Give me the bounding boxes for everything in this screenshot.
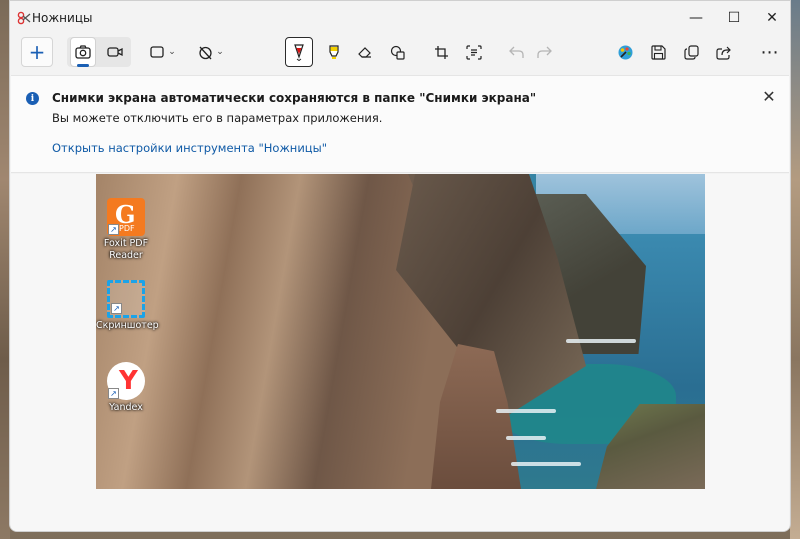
info-banner: i Снимки экрана автоматически сохраняютс… xyxy=(11,75,789,173)
wave-foam xyxy=(566,339,636,343)
maximize-icon: ☐ xyxy=(727,10,741,26)
highlighter-button[interactable] xyxy=(322,37,346,67)
undo-button[interactable] xyxy=(504,37,528,67)
crop-icon xyxy=(434,45,448,59)
desktop-icon-label: Скриншотер xyxy=(96,320,159,331)
shapes-icon xyxy=(390,45,405,60)
edit-in-paint-button[interactable] xyxy=(613,37,637,67)
redo-icon xyxy=(536,46,552,58)
desktop-icon-foxit[interactable]: G PDF ↗ Foxit PDF Reader xyxy=(96,198,156,262)
open-snipping-settings-link[interactable]: Открыть настройки инструмента "Ножницы" xyxy=(52,141,327,155)
snipping-tool-app-icon xyxy=(17,11,31,25)
foxit-pdf-reader-icon: G PDF ↗ xyxy=(107,198,145,236)
desktop-background-right xyxy=(790,0,800,539)
shortcut-arrow-icon: ↗ xyxy=(111,303,122,314)
copy-button[interactable] xyxy=(679,37,703,67)
delay-dropdown[interactable]: ⌄ xyxy=(193,37,229,67)
desktop-icon-label: Foxit PDF Reader xyxy=(103,238,149,261)
minimize-icon: — xyxy=(689,10,703,26)
desktop-icon-yandex[interactable]: Y ↗ Yandex xyxy=(96,362,156,414)
share-icon xyxy=(716,46,731,60)
wave-foam xyxy=(496,409,556,413)
snip-shape-dropdown[interactable]: ⌄ xyxy=(145,37,181,67)
screenshoter-icon: ↗ xyxy=(107,280,145,318)
shapes-button[interactable] xyxy=(386,37,410,67)
undo-icon xyxy=(508,46,524,58)
camera-icon xyxy=(75,45,91,59)
ballpoint-pen-icon xyxy=(294,44,304,61)
close-icon: ✕ xyxy=(762,86,776,106)
plus-icon: + xyxy=(28,40,46,64)
eraser-icon xyxy=(358,47,371,58)
share-button[interactable] xyxy=(712,37,736,67)
copy-icon xyxy=(683,44,699,60)
ballpoint-pen-button[interactable] xyxy=(285,37,313,67)
snipping-tool-window: Ножницы — ☐ ✕ + ⌄ ⌄ ⋯ i Снимки экрана ав… xyxy=(9,0,791,532)
banner-message: Вы можете отключить его в параметрах при… xyxy=(52,111,383,125)
wave-foam xyxy=(506,436,546,440)
save-icon xyxy=(650,44,666,60)
close-icon: ✕ xyxy=(766,10,778,26)
active-mode-indicator xyxy=(77,64,89,67)
video-camera-icon xyxy=(107,47,123,57)
screenshot-mode-button[interactable] xyxy=(70,37,96,67)
snip-canvas: G PDF ↗ Foxit PDF Reader ↗ Скриншотер Y ↗… xyxy=(11,174,789,531)
highlighter-icon xyxy=(329,45,339,59)
desktop-icon-label: Yandex xyxy=(109,402,143,413)
timer-off-icon xyxy=(199,46,212,59)
video-mode-button[interactable] xyxy=(101,37,129,67)
captured-screenshot[interactable]: G PDF ↗ Foxit PDF Reader ↗ Скриншотер Y ↗… xyxy=(96,174,705,489)
redo-button[interactable] xyxy=(532,37,556,67)
text-actions-button[interactable] xyxy=(462,37,486,67)
toolbar: + ⌄ ⌄ ⋯ xyxy=(10,35,790,71)
maximize-button[interactable]: ☐ xyxy=(715,1,753,35)
more-options-button[interactable]: ⋯ xyxy=(758,37,782,67)
minimize-button[interactable]: — xyxy=(677,1,715,35)
crop-button[interactable] xyxy=(429,37,453,67)
close-window-button[interactable]: ✕ xyxy=(753,1,790,35)
chevron-down-icon: ⌄ xyxy=(168,47,176,57)
paint-icon xyxy=(618,45,632,59)
yandex-browser-icon: Y ↗ xyxy=(107,362,145,400)
chevron-down-icon: ⌄ xyxy=(216,47,224,57)
window-title: Ножницы xyxy=(32,11,93,25)
banner-close-button[interactable]: ✕ xyxy=(759,86,779,106)
info-icon: i xyxy=(26,92,39,105)
desktop-icon-screenshoter[interactable]: ↗ Скриншотер xyxy=(96,280,159,332)
more-icon: ⋯ xyxy=(760,41,780,63)
shortcut-arrow-icon: ↗ xyxy=(108,388,119,399)
wave-foam xyxy=(511,462,581,466)
shortcut-arrow-icon: ↗ xyxy=(108,224,119,235)
rectangle-snip-icon xyxy=(150,45,164,58)
text-actions-icon xyxy=(466,44,482,60)
title-bar[interactable]: Ножницы — ☐ ✕ xyxy=(10,1,790,35)
eraser-button[interactable] xyxy=(353,37,377,67)
banner-title: Снимки экрана автоматически сохраняются … xyxy=(52,91,537,105)
save-button[interactable] xyxy=(646,37,670,67)
new-snip-button[interactable]: + xyxy=(21,37,53,67)
